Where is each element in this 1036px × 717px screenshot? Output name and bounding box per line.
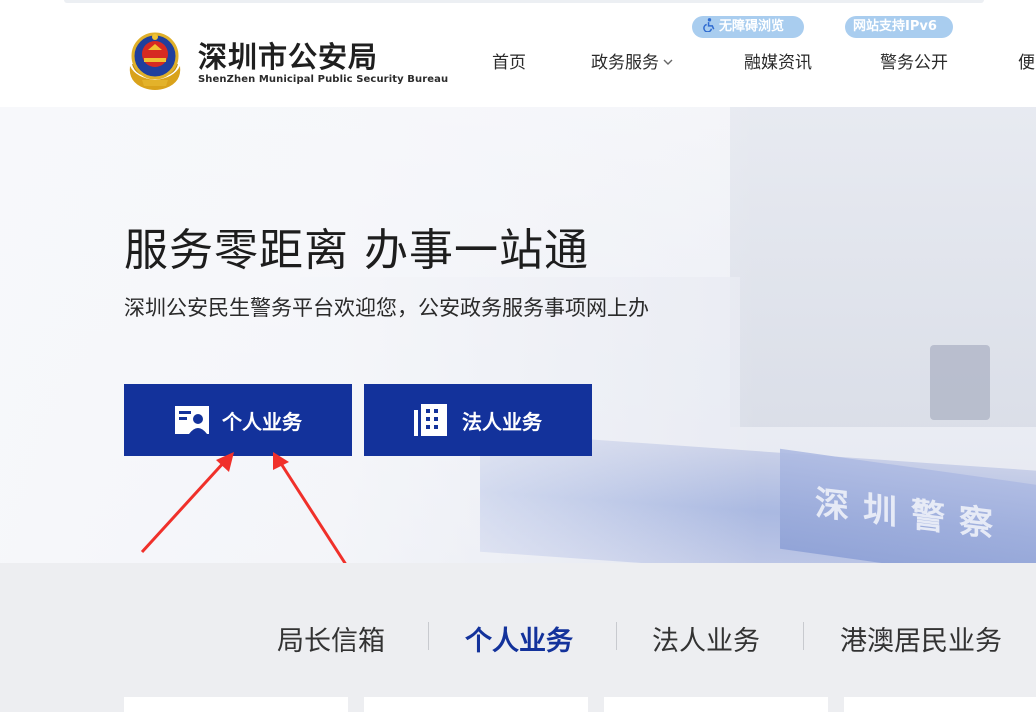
service-card[interactable] bbox=[124, 697, 348, 717]
top-scroll-edge bbox=[64, 0, 984, 3]
accessibility-badge[interactable]: 无障碍浏览 bbox=[692, 16, 804, 38]
legal-business-button-label: 法人业务 bbox=[462, 409, 542, 434]
nav-item-home[interactable]: 首页 bbox=[492, 48, 526, 73]
wheelchair-icon bbox=[703, 18, 715, 32]
hero-fade-overlay bbox=[0, 107, 760, 563]
site-header: 深圳市公安局 ShenZhen Municipal Public Securit… bbox=[0, 8, 1036, 107]
tab-divider bbox=[803, 622, 804, 650]
site-subtitle: ShenZhen Municipal Public Security Burea… bbox=[198, 74, 449, 85]
browser-top-strip bbox=[0, 0, 1036, 8]
tab-hk-macau-resident-business[interactable]: 港澳居民业务 bbox=[840, 619, 1002, 658]
tab-divider bbox=[616, 622, 617, 650]
hero-banner: 深圳警察 bbox=[0, 107, 1036, 563]
hero-title: 服务零距离 办事一站通 bbox=[124, 225, 589, 276]
personal-business-button[interactable]: 个人业务 bbox=[124, 384, 352, 456]
site-title: 深圳市公安局 bbox=[198, 40, 379, 74]
nav-item-government-services-label: 政务服务 bbox=[591, 53, 659, 73]
nav-item-government-services[interactable]: 政务服务 bbox=[591, 48, 673, 73]
tab-personal-business[interactable]: 个人业务 bbox=[465, 619, 573, 658]
service-card[interactable] bbox=[844, 697, 1036, 717]
hero-background-window bbox=[730, 107, 1036, 427]
service-card[interactable] bbox=[604, 697, 828, 717]
nav-item-convenience[interactable]: 便 bbox=[1018, 48, 1035, 73]
id-card-icon bbox=[175, 406, 209, 434]
service-card[interactable] bbox=[364, 697, 588, 717]
nav-item-police-disclosure[interactable]: 警务公开 bbox=[880, 48, 948, 73]
nav-item-media-news[interactable]: 融媒资讯 bbox=[744, 48, 812, 73]
tab-divider bbox=[428, 622, 429, 650]
personal-business-button-label: 个人业务 bbox=[222, 409, 302, 434]
hero-background-monitor bbox=[930, 345, 990, 420]
chevron-down-icon bbox=[663, 59, 673, 65]
tab-director-mailbox[interactable]: 局长信箱 bbox=[277, 619, 385, 658]
accessibility-badge-label: 无障碍浏览 bbox=[719, 19, 785, 34]
legal-business-button[interactable]: 法人业务 bbox=[364, 384, 592, 456]
ipv6-badge[interactable]: 网站支持IPv6 bbox=[845, 16, 953, 38]
hero-subtitle: 深圳公安民生警务平台欢迎您，公安政务服务事项网上办 bbox=[124, 296, 649, 320]
police-emblem-logo[interactable] bbox=[124, 28, 186, 92]
building-icon bbox=[414, 404, 447, 436]
tab-legal-business[interactable]: 法人业务 bbox=[652, 619, 760, 658]
